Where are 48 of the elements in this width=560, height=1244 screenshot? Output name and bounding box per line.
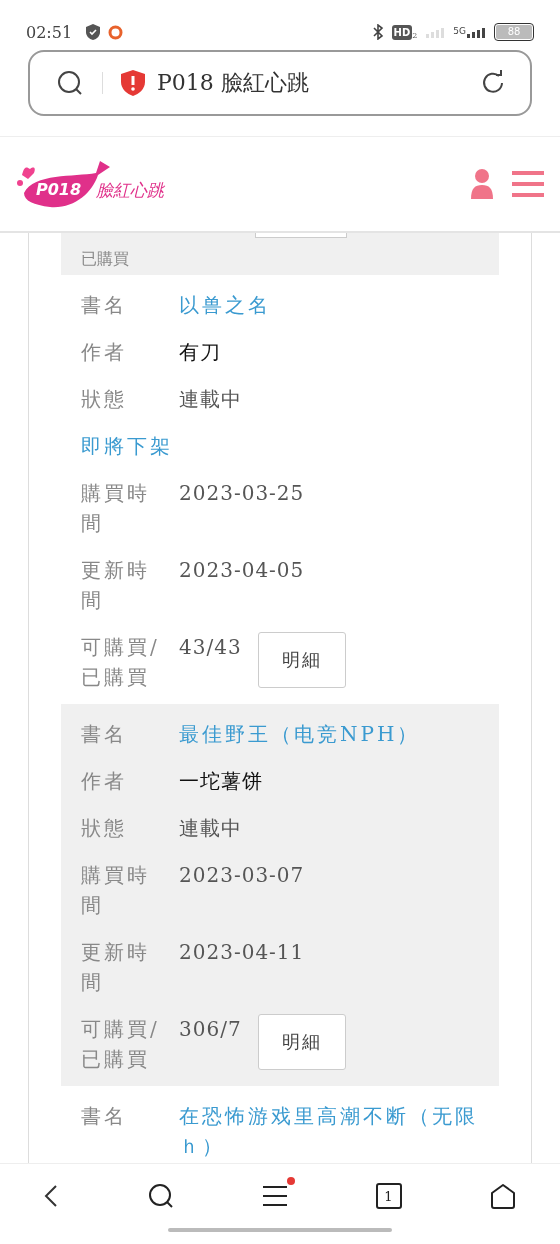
date-value: 2023-03-25 [179, 480, 305, 507]
status-value: 連載中 [179, 815, 242, 842]
field-label: 購買時間 [81, 480, 151, 537]
back-icon[interactable] [44, 1184, 58, 1208]
field-label: 作者 [81, 339, 128, 366]
field-label: 可購買/已購買 [81, 634, 161, 691]
network-label: 5G [453, 26, 466, 36]
author-name: 一坨薯饼 [179, 768, 263, 795]
date-value: 2023-04-05 [179, 557, 305, 584]
field-label: 已購買 [81, 248, 130, 270]
field-label: 狀態 [81, 386, 128, 413]
menu-icon[interactable] [263, 1185, 287, 1207]
bluetooth-icon [371, 24, 384, 40]
page-title: P018 臉紅心跳 [157, 69, 309, 97]
ring-icon [108, 24, 124, 40]
field-label: 更新時間 [81, 557, 151, 614]
field-label: 書名 [81, 721, 128, 748]
address-bar[interactable]: P018 臉紅心跳 [28, 50, 532, 116]
shield-check-icon [86, 24, 101, 40]
clock-time: 02:51 [26, 22, 73, 42]
field-label: 作者 [81, 768, 128, 795]
status-value: 連載中 [179, 386, 242, 413]
chapter-count: 43/43 [179, 634, 242, 661]
search-icon[interactable] [146, 1182, 175, 1210]
home-icon[interactable] [490, 1183, 516, 1209]
chapter-count: 306/7 [179, 1016, 242, 1043]
detail-button[interactable]: 明細 [257, 632, 346, 688]
field-label: 更新時間 [81, 939, 151, 996]
signal-icon [425, 26, 446, 38]
field-label: 購買時間 [81, 862, 151, 919]
removal-notice: 即將下架 [81, 433, 173, 460]
search-icon[interactable] [56, 69, 84, 97]
author-name: 有刀 [179, 339, 221, 366]
detail-button[interactable]: 明細 [257, 1014, 346, 1070]
date-value: 2023-03-07 [179, 862, 305, 889]
signal-icon [466, 26, 486, 38]
date-value: 2023-04-11 [179, 939, 305, 966]
user-icon[interactable] [470, 168, 494, 200]
logo-mark: P018 [36, 180, 82, 199]
battery-indicator: 88 [494, 23, 534, 41]
reload-icon[interactable] [480, 70, 506, 96]
field-label: 可購買/已購買 [81, 1016, 161, 1073]
field-label: 書名 [81, 1103, 128, 1130]
field-label: 書名 [81, 292, 128, 319]
tabs-button[interactable]: 1 [375, 1183, 402, 1209]
field-label: 狀態 [81, 815, 128, 842]
site-logo[interactable]: P018 臉紅心跳 [14, 153, 184, 215]
logo-name: 臉紅心跳 [96, 179, 164, 202]
